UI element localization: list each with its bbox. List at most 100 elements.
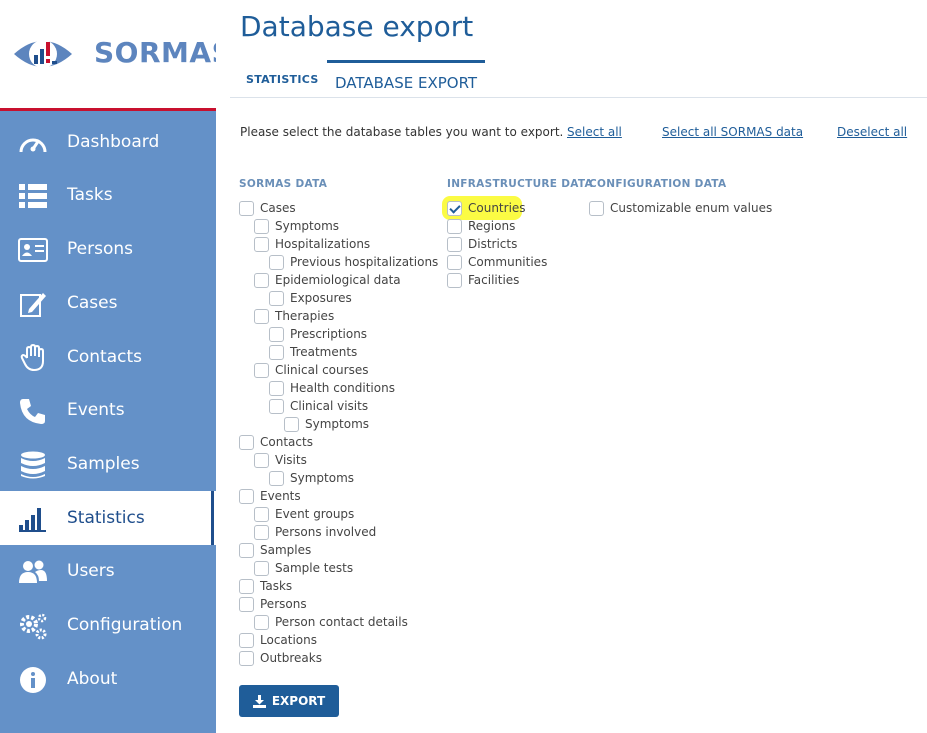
checkbox[interactable] — [269, 380, 284, 396]
checkbox-label: Event groups — [275, 507, 355, 521]
checkbox-row[interactable]: Sample tests — [254, 559, 353, 577]
checkbox-label: Locations — [260, 633, 318, 647]
deselect-all-link[interactable]: Deselect all — [837, 125, 907, 139]
checkbox-row[interactable]: Symptoms — [254, 217, 339, 235]
checkbox-row[interactable]: Prescriptions — [269, 325, 367, 343]
sidebar-item-label: Users — [67, 561, 115, 581]
checkbox-row[interactable]: Health conditions — [269, 379, 395, 397]
checkbox[interactable] — [239, 200, 254, 216]
checkbox[interactable] — [254, 524, 269, 540]
checkbox[interactable] — [239, 434, 254, 450]
checkbox-label: Persons — [260, 597, 307, 611]
checkbox-row[interactable]: Event groups — [254, 505, 354, 523]
checkbox-row[interactable]: Persons involved — [254, 523, 376, 541]
sidebar-item-dashboard[interactable]: Dashboard — [0, 115, 216, 169]
checkbox[interactable] — [447, 200, 462, 216]
checkbox-row[interactable]: Samples — [239, 541, 311, 559]
checkbox-row[interactable]: Previous hospitalizations — [269, 253, 438, 271]
checkbox[interactable] — [239, 578, 254, 594]
checkbox-row[interactable]: Treatments — [269, 343, 357, 361]
checkbox[interactable] — [589, 200, 604, 216]
checkbox-row[interactable]: Clinical courses — [254, 361, 368, 379]
checkbox[interactable] — [269, 326, 284, 342]
tab-statistics[interactable]: STATISTICS — [230, 60, 318, 98]
checkbox[interactable] — [239, 596, 254, 612]
checkbox[interactable] — [254, 236, 269, 252]
checkbox-row[interactable]: Facilities — [447, 271, 519, 289]
checkbox-row[interactable]: Locations — [239, 631, 317, 649]
sidebar-item-configuration[interactable]: Configuration — [0, 598, 216, 652]
checkbox[interactable] — [239, 632, 254, 648]
checkbox[interactable] — [254, 272, 269, 288]
checkbox-row[interactable]: Exposures — [269, 289, 352, 307]
checkbox[interactable] — [447, 236, 462, 252]
checkbox[interactable] — [254, 614, 269, 630]
checkbox-label: Customizable enum values — [610, 201, 773, 215]
checkbox-row[interactable]: Epidemiological data — [254, 271, 401, 289]
checkbox[interactable] — [269, 254, 284, 270]
checkbox[interactable] — [284, 416, 299, 432]
checkbox-row[interactable]: Contacts — [239, 433, 313, 451]
checkbox[interactable] — [254, 452, 269, 468]
checkbox-row[interactable]: Customizable enum values — [589, 199, 772, 217]
checkbox-row[interactable]: Cases — [239, 199, 296, 217]
checkbox[interactable] — [447, 254, 462, 270]
select-all-sormas-link[interactable]: Select all SORMAS data — [662, 125, 803, 139]
checkbox[interactable] — [239, 488, 254, 504]
sidebar-item-label: Tasks — [67, 185, 113, 205]
sidebar-item-tasks[interactable]: Tasks — [0, 168, 216, 222]
edit-pencil-icon — [18, 290, 48, 318]
checkbox-label: Regions — [468, 219, 516, 233]
checkbox-row[interactable]: Person contact details — [254, 613, 408, 631]
sidebar-item-label: Samples — [67, 454, 140, 474]
sidebar-item-samples[interactable]: Samples — [0, 437, 216, 491]
checkbox-row[interactable]: Therapies — [254, 307, 334, 325]
sidebar-item-label: Events — [67, 400, 125, 420]
checkbox-row[interactable]: Persons — [239, 595, 307, 613]
checkbox-row[interactable]: Hospitalizations — [254, 235, 370, 253]
checkbox[interactable] — [254, 362, 269, 378]
checkbox[interactable] — [447, 272, 462, 288]
checkbox[interactable] — [254, 218, 269, 234]
tab-database-export[interactable]: DATABASE EXPORT — [327, 60, 485, 98]
checkbox-row[interactable]: Clinical visits — [269, 397, 368, 415]
checkbox-row[interactable]: Countries — [447, 199, 526, 217]
checkbox[interactable] — [269, 470, 284, 486]
sidebar-item-cases[interactable]: Cases — [0, 276, 216, 330]
checkbox[interactable] — [269, 290, 284, 306]
sormas-logo-icon — [14, 40, 72, 68]
checkbox-label: Contacts — [260, 435, 313, 449]
checkbox-row[interactable]: Symptoms — [269, 469, 354, 487]
checkbox-label: Hospitalizations — [275, 237, 371, 251]
select-all-link[interactable]: Select all — [567, 125, 622, 139]
checkbox[interactable] — [254, 506, 269, 522]
instructions-text: Please select the database tables you wa… — [240, 125, 564, 139]
sidebar-item-users[interactable]: Users — [0, 544, 216, 598]
database-icon — [18, 451, 48, 479]
checkbox-row[interactable]: Tasks — [239, 577, 292, 595]
checkbox[interactable] — [269, 344, 284, 360]
sidebar-item-about[interactable]: About — [0, 652, 216, 706]
checkbox[interactable] — [239, 650, 254, 666]
checkbox-row[interactable]: Visits — [254, 451, 307, 469]
checkbox[interactable] — [239, 542, 254, 558]
sidebar-item-persons[interactable]: Persons — [0, 222, 216, 276]
checkbox-row[interactable]: Regions — [447, 217, 515, 235]
checkbox[interactable] — [254, 308, 269, 324]
sidebar-item-statistics[interactable]: Statistics — [0, 491, 216, 545]
sidebar-item-label: Contacts — [67, 347, 142, 367]
checkbox-row[interactable]: Communities — [447, 253, 547, 271]
tab-bar: STATISTICS DATABASE EXPORT — [230, 60, 927, 98]
export-button[interactable]: EXPORT — [239, 685, 339, 717]
checkbox-row[interactable]: Events — [239, 487, 301, 505]
sidebar-item-events[interactable]: Events — [0, 383, 216, 437]
sidebar-item-contacts[interactable]: Contacts — [0, 330, 216, 384]
app-name: SORMAS — [94, 36, 233, 69]
checkbox-row[interactable]: Districts — [447, 235, 517, 253]
checkbox[interactable] — [447, 218, 462, 234]
checkbox[interactable] — [269, 398, 284, 414]
checkbox-row[interactable]: Outbreaks — [239, 649, 322, 667]
checkbox-row[interactable]: Symptoms — [284, 415, 369, 433]
checkbox[interactable] — [254, 560, 269, 576]
checkbox-label: Facilities — [468, 273, 520, 287]
